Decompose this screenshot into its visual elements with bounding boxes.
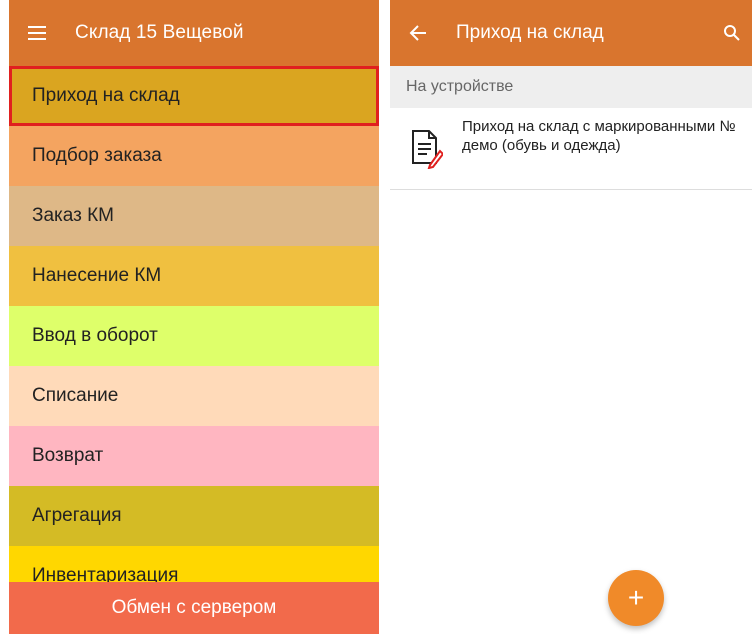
back-arrow-icon[interactable] bbox=[390, 0, 446, 66]
operation-item[interactable]: Списание bbox=[9, 366, 379, 426]
operation-item[interactable]: Заказ КМ bbox=[9, 186, 379, 246]
operations-list: Приход на склад Подбор заказа Заказ КМ Нане… bbox=[9, 66, 379, 606]
document-title: Приход на склад с маркированными № демо … bbox=[462, 118, 736, 154]
operation-item[interactable]: Подбор заказа bbox=[9, 126, 379, 186]
search-icon[interactable] bbox=[712, 0, 752, 66]
documents-screen: Приход на склад На устройстве Приход на … bbox=[390, 0, 752, 634]
app-bar: Приход на склад bbox=[390, 0, 752, 66]
page-title: Приход на склад bbox=[456, 22, 604, 43]
operation-item[interactable]: Нанесение КМ bbox=[9, 246, 379, 306]
document-edit-icon bbox=[390, 108, 462, 190]
document-list-item[interactable]: Приход на склад с маркированными № демо … bbox=[390, 108, 752, 190]
warehouse-title: Склад 15 Вещевой bbox=[75, 22, 244, 43]
operation-item[interactable]: Приход на склад bbox=[9, 66, 379, 126]
exchange-with-server-button[interactable]: Обмен с сервером bbox=[9, 582, 379, 634]
section-header: На устройстве bbox=[390, 66, 752, 108]
menu-icon[interactable] bbox=[9, 0, 65, 66]
add-document-button[interactable]: + bbox=[608, 570, 664, 626]
operation-item[interactable]: Возврат bbox=[9, 426, 379, 486]
app-bar: Склад 15 Вещевой bbox=[9, 0, 379, 66]
operation-item[interactable]: Ввод в оборот bbox=[9, 306, 379, 366]
operation-item[interactable]: Агрегация bbox=[9, 486, 379, 546]
operations-screen: Склад 15 Вещевой Приход на склад Подбор з… bbox=[9, 0, 379, 634]
